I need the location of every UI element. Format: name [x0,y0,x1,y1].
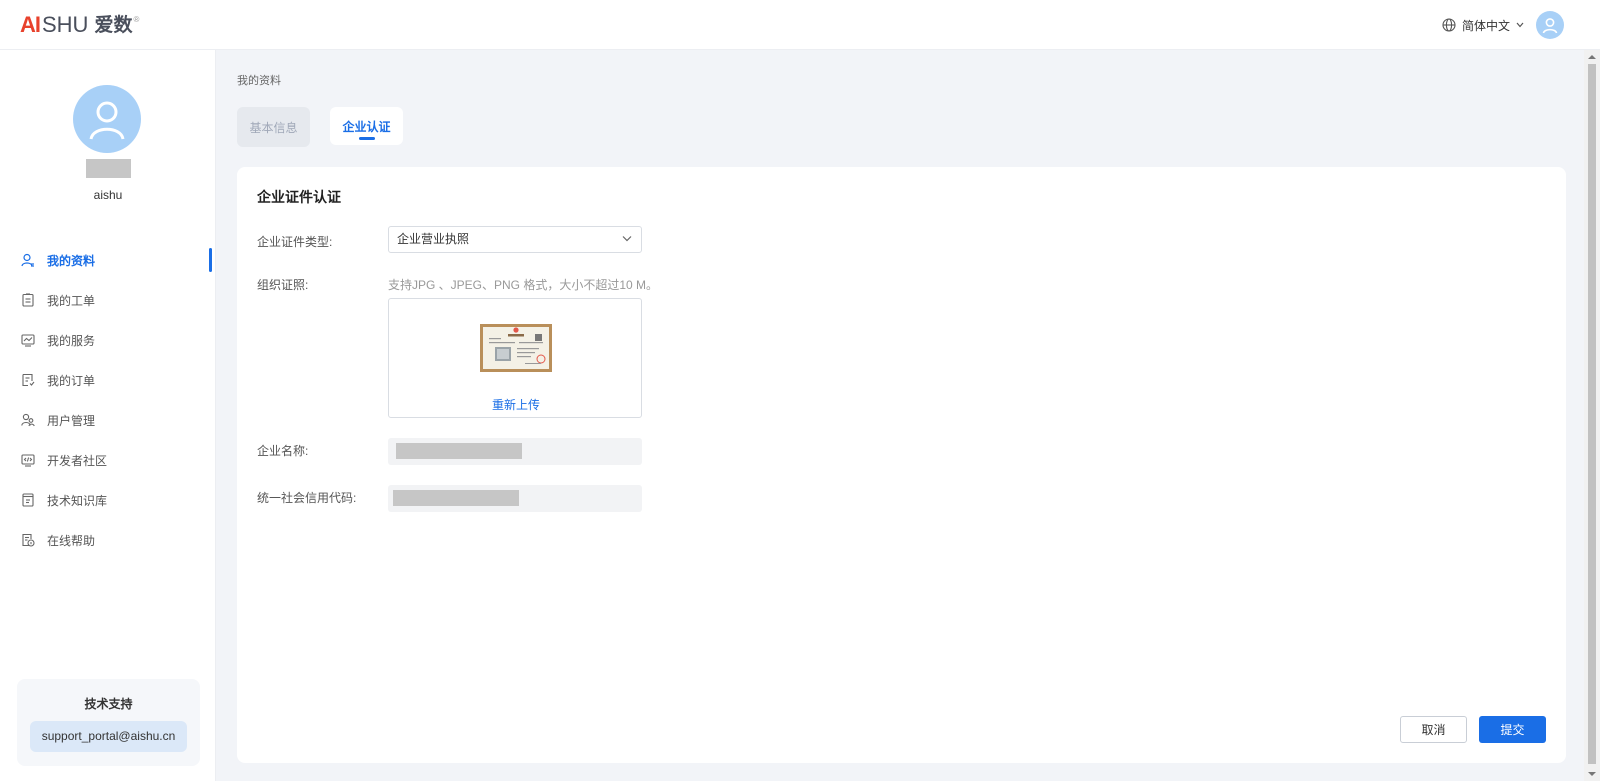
business-license-image [489,327,546,364]
sidebar-item-my-tickets[interactable]: 我的工单 [0,280,216,320]
chevron-down-icon [1516,22,1524,28]
logo-cn-text: 爱数 [94,14,133,36]
user-icon [1542,18,1558,34]
scroll-up-arrow-icon[interactable] [1588,55,1596,59]
help-icon [22,533,35,547]
sidebar-nav: 我的资料 我的工单 我的服务 我的订单 用户管理 开发者社区 技术知识库 在线帮… [0,240,216,560]
company-name-label: 企业名称: [257,444,309,458]
support-email[interactable]: support_portal@aishu.cn [30,721,187,752]
profile-avatar [73,85,141,153]
logo-registered-mark: ® [133,15,140,24]
user-icon [89,101,125,140]
credit-code-label: 统一社会信用代码: [257,491,357,505]
sidebar-item-label: 用户管理 [47,413,96,428]
sidebar-item-label: 我的订单 [47,373,96,388]
org-cert-label: 组织证照: [257,278,309,292]
card-title: 企业证件认证 [257,189,341,205]
redacted-credit-code [393,490,519,506]
sidebar-item-knowledge-base[interactable]: 技术知识库 [0,480,216,520]
breadcrumb: 我的资料 [237,75,281,87]
sidebar-item-my-profile[interactable]: 我的资料 [0,240,216,280]
business-license-thumbnail [480,324,552,372]
sidebar-item-label: 我的工单 [47,293,96,308]
username: aishu [93,188,123,202]
sidebar-item-developer-community[interactable]: 开发者社区 [0,440,216,480]
scrollbar[interactable] [1584,50,1600,781]
redacted-name [86,159,131,178]
language-label: 简体中文 [1462,18,1511,33]
certification-card: 企业证件认证 企业证件类型: 企业营业执照 组织证照: 支持JPG 、JPEG、… [237,167,1566,763]
chevron-down-icon [622,236,632,242]
scrollbar-thumb[interactable] [1588,64,1596,764]
tab-label: 企业认证 [342,119,391,134]
ticket-icon [22,293,34,307]
redacted-company-name [396,443,522,459]
user-avatar[interactable] [1536,11,1564,39]
submit-label: 提交 [1500,723,1525,737]
active-tab-indicator [359,137,375,140]
cert-type-value: 企业营业执照 [397,232,470,246]
sidebar-item-online-help[interactable]: 在线帮助 [0,520,216,560]
logo-shu-text: SHU [42,12,89,37]
sidebar-item-user-management[interactable]: 用户管理 [0,400,216,440]
cert-type-select[interactable]: 企业营业执照 [388,226,642,253]
tech-support-panel: 技术支持 support_portal@aishu.cn [17,679,200,766]
knowledge-icon [22,493,34,507]
sidebar-item-label: 技术知识库 [47,493,108,508]
sidebar: aishu 我的资料 我的工单 我的服务 我的订单 用户管理 开发者社区 技术知 [0,50,216,781]
users-icon [21,413,35,427]
code-icon [21,454,35,467]
order-icon [22,373,35,387]
sidebar-item-my-orders[interactable]: 我的订单 [0,360,216,400]
tab-label: 基本信息 [249,120,298,135]
sidebar-item-label: 我的资料 [47,253,96,268]
cancel-button[interactable]: 取消 [1400,716,1467,743]
scroll-down-arrow-icon[interactable] [1588,772,1596,776]
sidebar-item-my-services[interactable]: 我的服务 [0,320,216,360]
top-bar: AI SHU 爱数 ® 简体中文 [0,0,1600,50]
upload-hint: 支持JPG 、JPEG、PNG 格式，大小不超过10 M。 [388,278,659,292]
sidebar-item-label: 我的服务 [47,333,96,348]
logo-ai-text: AI [20,12,41,37]
cert-type-label: 企业证件类型: [257,235,333,249]
service-icon [21,334,35,347]
tab-basic-info[interactable]: 基本信息 [237,107,310,147]
cancel-label: 取消 [1421,723,1446,737]
company-name-field [388,438,642,465]
reupload-link[interactable]: 重新上传 [389,396,643,413]
credit-code-field [388,485,642,512]
tab-enterprise-certification[interactable]: 企业认证 [330,107,403,145]
submit-button[interactable]: 提交 [1479,716,1546,743]
user-profile-icon [21,253,34,267]
language-selector[interactable]: 简体中文 [1442,16,1530,34]
sidebar-item-label: 在线帮助 [47,533,96,548]
tech-support-title: 技术支持 [84,697,133,711]
aishu-logo[interactable]: AI SHU 爱数 ® [20,12,139,38]
license-upload-box[interactable]: 重新上传 [388,298,642,418]
globe-icon [1442,18,1456,32]
sidebar-item-label: 开发者社区 [47,453,108,468]
